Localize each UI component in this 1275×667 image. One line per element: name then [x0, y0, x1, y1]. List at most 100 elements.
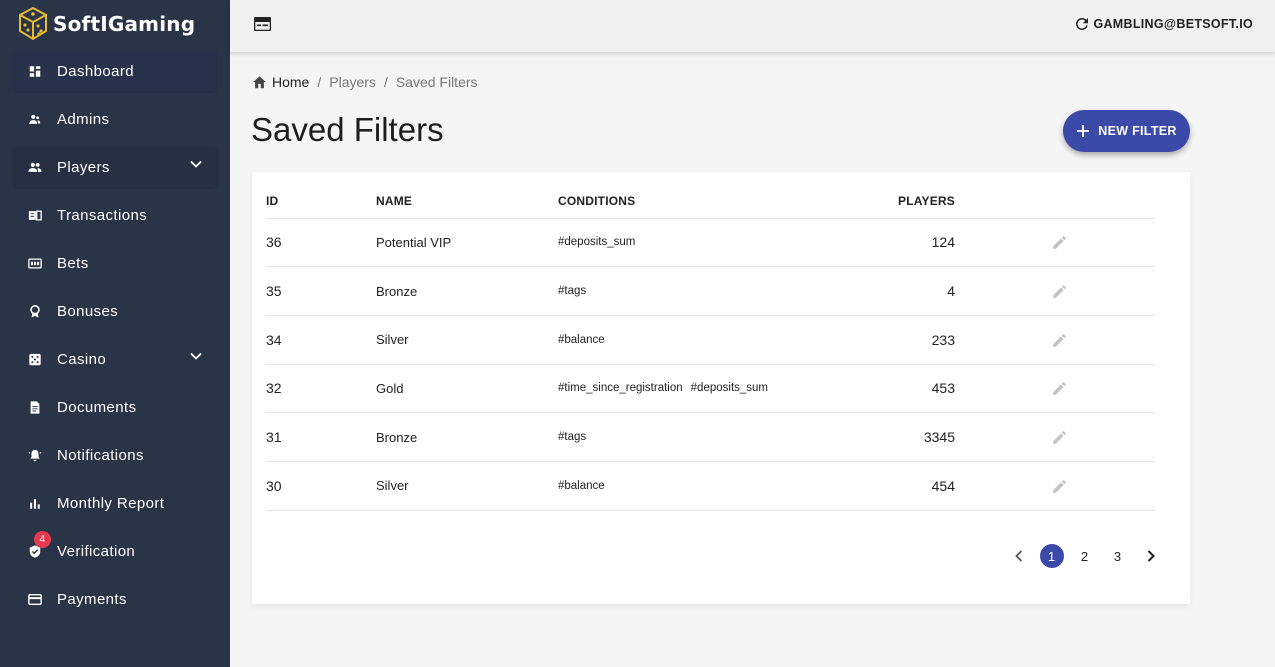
dice-logo-icon [19, 6, 47, 41]
sidebar-item-label: Transactions [57, 206, 148, 224]
breadcrumb-home-label: Home [272, 74, 310, 90]
pagination: 123 [1002, 544, 1167, 568]
cell-id: 36 [266, 218, 376, 268]
sidebar-item-admins[interactable]: Admins [14, 99, 216, 139]
sidebar-item-dashboard[interactable]: Dashboard [14, 51, 216, 91]
condition-tag: #time_since_registration [558, 382, 683, 395]
cell-players: 453 [808, 364, 955, 414]
breadcrumb-players[interactable]: Players [329, 74, 376, 90]
table-row[interactable]: 30 Silver #balance 454 [266, 461, 1155, 511]
table-row[interactable]: 36 Potential VIP #deposits_sum 124 [266, 218, 1155, 268]
chevron-down-icon[interactable] [190, 160, 202, 168]
breadcrumb-separator: / [383, 74, 388, 90]
sidebar-item-transactions[interactable]: Transactions [14, 195, 216, 235]
cell-conditions: #tags [558, 266, 808, 316]
sidebar-item-label: Payments [57, 590, 127, 608]
cell-conditions: #time_since_registration #deposits_sum [558, 364, 808, 414]
page-button-2[interactable]: 2 [1073, 544, 1097, 568]
chevron-right-icon [1147, 550, 1155, 562]
condition-tag: #deposits_sum [690, 382, 769, 395]
prev-page-button[interactable] [1007, 544, 1031, 568]
sidebar-item-players[interactable]: Players [14, 147, 216, 187]
sidebar-item-monthly-report[interactable]: Monthly Report [14, 483, 216, 523]
page-button-3[interactable]: 3 [1106, 544, 1130, 568]
breadcrumb-home[interactable]: Home [252, 74, 309, 90]
next-page-button[interactable] [1139, 544, 1163, 568]
sidebar-item-casino[interactable]: Casino [14, 339, 216, 379]
brand-logo[interactable]: SoftIGaming [0, 0, 230, 48]
sidebar-item-label: Bets [57, 254, 89, 272]
plus-icon [1077, 125, 1090, 137]
header-id[interactable]: ID [266, 184, 376, 219]
sidebar-item-documents[interactable]: Documents [14, 387, 216, 427]
cell-actions [955, 266, 1155, 316]
edit-icon[interactable] [1051, 478, 1068, 495]
refresh-icon[interactable] [1073, 15, 1091, 33]
cell-players: 124 [808, 218, 955, 268]
monthly-report-icon [28, 496, 42, 510]
user-email[interactable]: GAMBLING@BETSOFT.IO [1093, 17, 1253, 31]
cell-id: 35 [266, 266, 376, 316]
sidebar-item-verification[interactable]: Verification 4 [14, 531, 216, 571]
header-actions [955, 184, 1155, 219]
table-row[interactable]: 35 Bronze #tags 4 [266, 266, 1155, 316]
sidebar-item-bets[interactable]: Bets [14, 243, 216, 283]
brand-name: SoftIGaming [53, 12, 196, 36]
cell-conditions: #tags [558, 412, 808, 462]
home-icon [253, 76, 266, 89]
table-row[interactable]: 31 Bronze #tags 3345 [266, 412, 1155, 462]
cell-players: 233 [808, 315, 955, 365]
cell-actions [955, 364, 1155, 414]
table-header-row: ID NAME CONDITIONS PLAYERS [266, 184, 1155, 219]
condition-tag: #deposits_sum [558, 236, 636, 249]
header-conditions[interactable]: CONDITIONS [558, 184, 808, 219]
page-title: Saved Filters [251, 111, 444, 148]
sidebar-item-label: Players [57, 158, 110, 176]
table-row[interactable]: 32 Gold #time_since_registration #deposits_… [266, 364, 1155, 414]
filters-table: ID NAME CONDITIONS PLAYERS 36 Potential V… [266, 184, 1155, 511]
menu-icon[interactable] [254, 17, 271, 31]
cell-players: 4 [808, 266, 955, 316]
cell-name: Bronze [376, 412, 558, 462]
new-filter-button[interactable]: NEW FILTER [1063, 110, 1190, 152]
cell-name: Gold [376, 364, 558, 414]
sidebar-item-label: Monthly Report [57, 494, 165, 512]
cell-players: 454 [808, 461, 955, 511]
new-filter-label: NEW FILTER [1098, 124, 1177, 138]
top-bar: GAMBLING@BETSOFT.IO [230, 0, 1275, 52]
cell-name: Bronze [376, 266, 558, 316]
condition-tag: #tags [558, 431, 587, 444]
breadcrumb-current: Saved Filters [395, 74, 478, 90]
cell-actions [955, 412, 1155, 462]
edit-icon[interactable] [1051, 429, 1068, 446]
sidebar-item-label: Notifications [57, 446, 144, 464]
breadcrumb: Home / Players / Saved Filters [252, 74, 478, 90]
cell-name: Potential VIP [376, 218, 558, 268]
sidebar-nav: Dashboard Admins Players Transactions Bets Bo… [0, 51, 230, 619]
sidebar-item-notifications[interactable]: Notifications [14, 435, 216, 475]
notifications-icon [28, 448, 42, 462]
admins-icon [28, 112, 42, 126]
sidebar-item-payments[interactable]: Payments [14, 579, 216, 619]
header-players[interactable]: PLAYERS [808, 184, 955, 219]
breadcrumb-separator: / [317, 74, 322, 90]
cell-actions [955, 461, 1155, 511]
bets-icon [28, 256, 42, 270]
cell-conditions: #deposits_sum [558, 218, 808, 268]
sidebar-item-bonuses[interactable]: Bonuses [14, 291, 216, 331]
transactions-icon [28, 208, 42, 222]
edit-icon[interactable] [1051, 234, 1068, 251]
sidebar: SoftIGaming Dashboard Admins Players Transa… [0, 0, 230, 667]
page-button-1[interactable]: 1 [1039, 544, 1064, 568]
cell-name: Silver [376, 315, 558, 365]
condition-tag: #balance [558, 479, 605, 492]
header-name[interactable]: NAME [376, 184, 558, 219]
sidebar-item-label: Bonuses [57, 302, 119, 320]
table-row[interactable]: 34 Silver #balance 233 [266, 315, 1155, 365]
edit-icon[interactable] [1051, 283, 1068, 300]
edit-icon[interactable] [1051, 332, 1068, 349]
sidebar-item-label: Documents [57, 398, 137, 416]
players-icon [28, 160, 42, 174]
chevron-down-icon[interactable] [190, 352, 202, 360]
edit-icon[interactable] [1051, 380, 1068, 397]
